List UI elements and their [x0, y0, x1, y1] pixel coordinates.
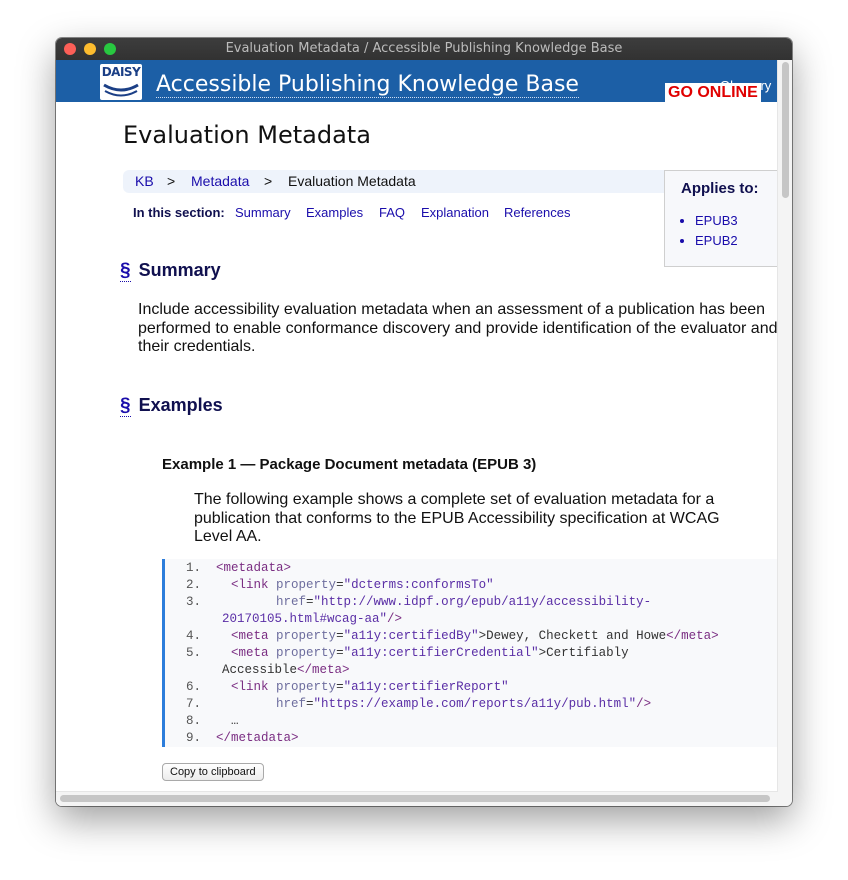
code-line: 5. <meta property="a11y:certifierCredent… [185, 646, 629, 660]
code-line: 4. <meta property="a11y:certifiedBy">Dew… [185, 629, 719, 643]
section-link-references[interactable]: References [504, 205, 570, 220]
section-anchor-link[interactable]: § [120, 260, 131, 282]
code-line: 20170105.html#wcag-aa"/> [222, 612, 403, 626]
applies-to-item-epub3[interactable]: EPUB3 [695, 211, 738, 231]
site-header: DAISY Accessible Publishing Knowledge Ba… [56, 60, 792, 103]
main-content: Evaluation Metadata KB > Metadata > Eval… [56, 102, 781, 806]
code-block[interactable]: 1. <metadata> 2. <link property="dcterms:… [162, 559, 781, 747]
section-anchor-link[interactable]: § [120, 395, 131, 417]
go-online-badge[interactable]: GO ONLINE [665, 83, 761, 103]
summary-text: Include accessibility evaluation metadat… [138, 301, 778, 355]
applies-to-box: Applies to: EPUB3 EPUB2 [664, 170, 778, 267]
applies-to-list: EPUB3 EPUB2 [665, 211, 738, 251]
breadcrumb-separator: > [264, 173, 273, 189]
code-line: 6. <link property="a11y:certifierReport" [185, 680, 509, 694]
window-controls [64, 43, 116, 55]
code-line: 1. <metadata> [185, 561, 292, 575]
section-link-explanation[interactable]: Explanation [421, 205, 489, 220]
close-window-button[interactable] [64, 43, 76, 55]
breadcrumb-separator: > [167, 173, 176, 189]
breadcrumb-link-metadata[interactable]: Metadata [191, 170, 249, 193]
example-1-description: The following example shows a complete s… [194, 491, 720, 545]
horizontal-scrollbar-thumb[interactable] [60, 795, 770, 802]
code-line: 2. <link property="dcterms:conformsTo" [185, 578, 494, 592]
page-viewport: DAISY Accessible Publishing Knowledge Ba… [56, 60, 792, 806]
breadcrumb-current: Evaluation Metadata [288, 173, 416, 189]
site-title-link[interactable]: Accessible Publishing Knowledge Base [156, 72, 579, 98]
summary-heading-text: Summary [138, 260, 221, 280]
code-line: 8. … [185, 714, 239, 728]
summary-heading: § Summary [120, 260, 221, 282]
examples-heading: § Examples [120, 395, 223, 417]
code-line: 7. href="https://example.com/reports/a11… [185, 697, 652, 711]
logo-text: DAISY [101, 65, 141, 79]
code-line: 3. href="http://www.idpf.org/epub/a11y/a… [185, 595, 652, 609]
page-title: Evaluation Metadata [123, 121, 371, 149]
window-title: Evaluation Metadata / Accessible Publish… [225, 41, 623, 56]
section-link-faq[interactable]: FAQ [379, 205, 405, 220]
browser-window: Evaluation Metadata / Accessible Publish… [56, 38, 792, 806]
section-link-summary[interactable]: Summary [235, 205, 291, 220]
copy-to-clipboard-button[interactable]: Copy to clipboard [162, 763, 264, 781]
section-link-examples[interactable]: Examples [306, 205, 363, 220]
vertical-scrollbar-thumb[interactable] [782, 62, 789, 198]
vertical-scrollbar[interactable] [777, 60, 792, 806]
in-section-label: In this section: [133, 205, 225, 220]
applies-to-item-epub2[interactable]: EPUB2 [695, 231, 738, 251]
title-bar: Evaluation Metadata / Accessible Publish… [56, 38, 792, 60]
code-line: Accessible</meta> [222, 663, 350, 677]
breadcrumb: KB > Metadata > Evaluation Metadata [123, 170, 723, 193]
code-line: 9. </metadata> [185, 731, 299, 745]
horizontal-scrollbar[interactable] [56, 791, 778, 806]
applies-to-title: Applies to: [681, 180, 759, 197]
breadcrumb-link-kb[interactable]: KB [135, 170, 154, 193]
minimize-window-button[interactable] [84, 43, 96, 55]
logo-swoosh-icon [103, 83, 139, 97]
daisy-logo[interactable]: DAISY [100, 64, 142, 100]
example-1-title: Example 1 — Package Document metadata (E… [162, 456, 537, 473]
examples-heading-text: Examples [138, 395, 223, 415]
zoom-window-button[interactable] [104, 43, 116, 55]
